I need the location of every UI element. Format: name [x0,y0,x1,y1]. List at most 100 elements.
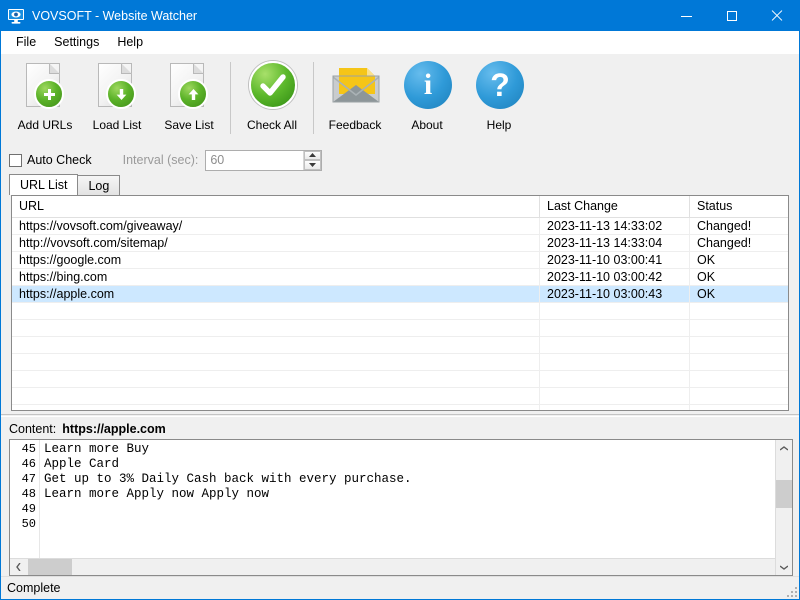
line-number: 47 [10,472,39,487]
status-bar: Complete [1,576,799,599]
table-row-empty [12,320,788,337]
panel-splitter[interactable] [1,411,799,419]
close-icon [771,10,783,22]
auto-check-checkbox[interactable]: Auto Check [9,153,92,167]
add-urls-button[interactable]: Add URLs [9,54,81,140]
content-text[interactable]: Learn more Buy Apple Card Get up to 3% D… [40,440,792,558]
checkbox-box [9,154,22,167]
load-list-button[interactable]: Load List [81,54,153,140]
cell-status: OK [690,286,788,302]
cell-status: OK [690,269,788,285]
blue-question-circle-icon: ? [472,61,526,115]
menu-item-help[interactable]: Help [108,32,152,52]
document-upload-icon [162,61,216,115]
stepper-down-button[interactable] [304,160,321,170]
menu-item-file[interactable]: File [7,32,45,52]
table-row-empty [12,303,788,320]
tab-url-list-label: URL List [20,178,67,192]
maximize-button[interactable] [709,1,754,31]
content-url: https://apple.com [62,422,165,436]
table-row[interactable]: https://google.com 2023-11-10 03:00:41 O… [12,252,788,269]
status-text: Complete [7,581,61,595]
about-label: About [411,118,442,132]
column-header-url[interactable]: URL [12,196,540,217]
editor-row: 45 46 47 48 49 50 Learn more Buy Apple C… [10,440,792,558]
table-row[interactable]: https://vovsoft.com/giveaway/ 2023-11-13… [12,218,788,235]
tab-log[interactable]: Log [77,175,120,195]
line-number: 48 [10,487,39,502]
load-list-label: Load List [93,118,142,132]
check-all-label: Check All [247,118,297,132]
line-number-gutter: 45 46 47 48 49 50 [10,440,40,558]
save-list-button[interactable]: Save List [153,54,225,140]
table-row-empty [12,371,788,388]
line-number: 50 [10,517,39,532]
content-editor[interactable]: 45 46 47 48 49 50 Learn more Buy Apple C… [9,439,793,576]
minimize-button[interactable] [664,1,709,31]
content-header: Content: https://apple.com [1,419,799,439]
interval-label: Interval (sec): [123,153,199,167]
toolbar-separator [313,62,314,134]
minimize-icon [681,16,692,17]
cell-status: OK [690,252,788,268]
green-check-circle-icon [245,61,299,115]
window-controls [664,1,799,31]
cell-last-change: 2023-11-13 14:33:04 [540,235,690,251]
table-row-empty [12,388,788,405]
table-row-selected[interactable]: https://apple.com 2023-11-10 03:00:43 OK [12,286,788,303]
window-title: VOVSOFT - Website Watcher [32,9,664,23]
app-window: VOVSOFT - Website Watcher File Settings … [0,0,800,600]
stepper-up-button[interactable] [304,151,321,161]
title-bar: VOVSOFT - Website Watcher [1,1,799,31]
envelope-icon [328,61,382,115]
interval-stepper[interactable]: 60 [205,150,322,171]
tab-bar: URL List Log [1,174,799,195]
options-row: Auto Check Interval (sec): 60 [1,146,799,174]
interval-value[interactable]: 60 [206,151,303,170]
chevron-left-icon[interactable] [10,559,26,575]
blue-info-circle-icon: i [400,61,454,115]
column-header-last-change[interactable]: Last Change [540,196,690,217]
table-row[interactable]: https://bing.com 2023-11-10 03:00:42 OK [12,269,788,286]
chevron-up-icon[interactable] [776,440,792,456]
list-body: https://vovsoft.com/giveaway/ 2023-11-13… [12,218,788,411]
line-number: 46 [10,457,39,472]
document-download-icon [90,61,144,115]
vscroll-thumb[interactable] [776,480,792,508]
cell-url: https://google.com [12,252,540,268]
content-panel: Content: https://apple.com 45 46 47 48 4… [1,419,799,576]
check-all-button[interactable]: Check All [236,54,308,140]
menu-bar: File Settings Help [1,31,799,54]
table-row[interactable]: http://vovsoft.com/sitemap/ 2023-11-13 1… [12,235,788,252]
cell-url: https://bing.com [12,269,540,285]
auto-check-label: Auto Check [27,153,92,167]
url-list-panel: URL Last Change Status https://vovsoft.c… [11,195,789,411]
add-urls-label: Add URLs [18,118,73,132]
line-number: 45 [10,442,39,457]
vscroll-track[interactable] [776,456,792,559]
horizontal-scrollbar[interactable] [10,558,792,575]
tab-url-list[interactable]: URL List [9,174,78,195]
content-line: Learn more Buy [40,442,792,457]
menu-item-settings[interactable]: Settings [45,32,108,52]
line-number: 49 [10,502,39,517]
column-header-status[interactable]: Status [690,196,788,217]
hscroll-track[interactable] [26,559,776,575]
vertical-scrollbar[interactable] [775,440,792,575]
toolbar-separator [230,62,231,134]
save-list-label: Save List [164,118,213,132]
cell-url: https://apple.com [12,286,540,302]
help-button[interactable]: ? Help [463,54,535,140]
table-row-empty [12,337,788,354]
about-button[interactable]: i About [391,54,463,140]
table-row-empty [12,354,788,371]
chevron-down-icon[interactable] [776,559,792,575]
content-label-text: Content: [9,422,56,436]
feedback-button[interactable]: Feedback [319,54,391,140]
toolbar: Add URLs Load List [1,54,799,146]
resize-grip[interactable] [785,585,797,597]
hscroll-thumb[interactable] [28,559,72,575]
help-label: Help [487,118,512,132]
close-button[interactable] [754,1,799,31]
cell-url: http://vovsoft.com/sitemap/ [12,235,540,251]
